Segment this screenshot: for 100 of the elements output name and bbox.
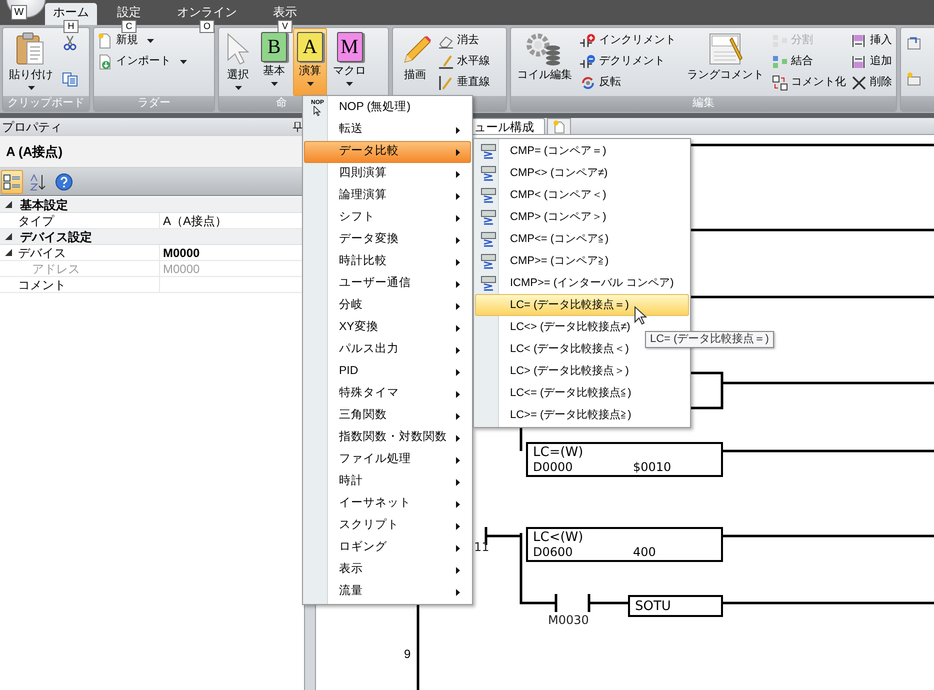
ribbon-button[interactable]: 新規: [96, 30, 188, 51]
ribbon-button[interactable]: 削除: [850, 72, 896, 93]
caret-icon: [346, 82, 353, 86]
ribbon-button[interactable]: 水平線: [437, 51, 491, 72]
compare-icon: [480, 276, 496, 290]
menu-item[interactable]: データ比較: [339, 143, 399, 161]
menu-item[interactable]: 三角関数: [339, 407, 387, 425]
ribbon-button[interactable]: 垂直線: [437, 72, 491, 93]
ribbon-button[interactable]: 追加: [850, 51, 896, 72]
menu-item[interactable]: データ変換: [339, 231, 399, 249]
menu-item[interactable]: 時計比較: [339, 253, 387, 271]
new-tab-button[interactable]: [547, 118, 571, 134]
menu-item[interactable]: LC= (データ比較接点＝): [510, 296, 629, 314]
menu-item[interactable]: スクリプト: [339, 517, 399, 535]
panel-title: プロパティ: [2, 120, 62, 132]
menu-item[interactable]: CMP>= (コンペア≧): [510, 252, 609, 270]
property-value: M0000: [163, 262, 200, 274]
menu-item[interactable]: 指数関数・対数関数: [339, 429, 447, 447]
menu-item[interactable]: ICMP>= (インターバル コンペア): [510, 274, 674, 292]
ribbon-button[interactable]: 選択: [221, 28, 255, 96]
menu-item[interactable]: CMP= (コンペア＝): [510, 142, 606, 160]
category-label: 基本設定: [20, 198, 68, 210]
import-document-icon: [97, 54, 113, 70]
expand-icon[interactable]: [5, 201, 12, 208]
menu-item[interactable]: 分岐: [339, 297, 363, 315]
submenu-arrow-icon: [456, 500, 460, 508]
ribbon-button[interactable]: 描画: [395, 28, 435, 96]
selected-object-name: A (A接点): [6, 142, 63, 161]
submenu-arrow-icon: [456, 588, 460, 596]
menu-item[interactable]: LC< (データ比較接点＜): [510, 340, 629, 358]
pin-icon[interactable]: [293, 122, 302, 132]
submenu-arrow-icon: [456, 170, 460, 178]
copy-icon: [62, 71, 78, 87]
ribbon-button[interactable]: 結合: [771, 51, 847, 72]
ribbon-button[interactable]: 消去: [437, 30, 491, 51]
menu-item[interactable]: NOP (無処理): [339, 99, 411, 117]
menu-item[interactable]: CMP<> (コンペア≠): [510, 164, 608, 182]
ribbon-button[interactable]: デクリメント: [579, 51, 677, 72]
menu-item[interactable]: CMP> (コンペア＞): [510, 208, 606, 226]
menu-item[interactable]: XY変換: [339, 319, 378, 337]
menu-item[interactable]: LC<= (データ比較接点≦): [510, 384, 632, 402]
menu-item[interactable]: LC<> (データ比較接点≠): [510, 318, 630, 336]
key-tip-tooltip: V: [278, 20, 292, 33]
menu-item[interactable]: イーサネット: [339, 495, 411, 513]
menu-item[interactable]: 論理演算: [339, 187, 387, 205]
ribbon-button[interactable]: コメント化: [771, 72, 847, 93]
ribbon-button[interactable]: コイル編集: [513, 28, 576, 96]
caret-icon: [180, 60, 187, 64]
icon-letter: B: [267, 37, 281, 57]
ribbon-button[interactable]: インクリメント: [579, 30, 677, 51]
pointer-arrow-icon: [225, 32, 251, 66]
menu-item[interactable]: PID: [339, 363, 358, 381]
submenu-arrow-icon: [456, 522, 460, 530]
submenu-arrow-icon: [456, 566, 460, 574]
ribbon-button[interactable]: インポート: [96, 51, 188, 72]
ribbon-button[interactable]: M マクロ: [329, 28, 370, 96]
device-label: M0030: [548, 614, 589, 626]
menu-item[interactable]: 四則演算: [339, 165, 387, 183]
menu-item[interactable]: パルス出力: [339, 341, 399, 359]
property-name: コメント: [18, 278, 66, 290]
instruction-block[interactable]: LC<(W) D0600 400: [526, 527, 723, 562]
property-name: デバイス: [18, 246, 66, 258]
menu-item[interactable]: LC> (データ比較接点＞): [510, 362, 629, 380]
ribbon-button[interactable]: 貼り付け: [5, 28, 57, 96]
key-tip-tooltip: W: [11, 5, 27, 20]
menu-item[interactable]: ファイル処理: [339, 451, 411, 469]
vertical-line-icon: [438, 74, 454, 90]
menu-item[interactable]: LC>= (データ比較接点≧): [510, 406, 632, 424]
operand: $0010: [633, 460, 672, 474]
ribbon-button[interactable]: 挿入: [850, 30, 896, 51]
compare-icon: [480, 188, 496, 202]
submenu-arrow-icon: [456, 192, 460, 200]
menu-item[interactable]: 時計: [339, 473, 363, 491]
row-insert-icon: [852, 34, 864, 47]
menu-item[interactable]: 表示: [339, 561, 363, 579]
instruction-block[interactable]: SOTU: [628, 595, 723, 617]
menu-item[interactable]: 転送: [339, 121, 363, 139]
submenu-arrow-icon: [456, 302, 460, 310]
expand-icon[interactable]: [5, 249, 12, 256]
instruction-block[interactable]: LC=(W) D0000 $0010: [526, 442, 723, 477]
menu-item[interactable]: 特殊タイマ: [339, 385, 399, 403]
menu-item[interactable]: シフト: [339, 209, 375, 227]
toolbar-button[interactable]: [1, 170, 23, 194]
menu-item[interactable]: CMP< (コンペア＜): [510, 186, 606, 204]
menu-item[interactable]: ユーザー通信: [339, 275, 411, 293]
caret-icon: [28, 86, 34, 90]
contact-symbol[interactable]: [554, 592, 590, 614]
expand-icon[interactable]: [5, 233, 12, 240]
ribbon-button[interactable]: ラングコメント: [683, 28, 768, 96]
device-label: 11: [474, 541, 490, 553]
menu-item[interactable]: ロギング: [339, 539, 387, 557]
group-label: ラダー: [138, 98, 170, 109]
categorized-view-icon: [3, 172, 21, 190]
ribbon-button[interactable]: 反転: [579, 72, 677, 93]
menu-item[interactable]: CMP<= (コンペア≦): [510, 230, 609, 248]
caret-icon: [147, 38, 154, 42]
comment-out-icon: [772, 74, 788, 90]
ribbon-button[interactable]: A 演算: [293, 28, 327, 96]
compare-icon: [480, 210, 496, 224]
menu-item[interactable]: 流量: [339, 583, 363, 601]
